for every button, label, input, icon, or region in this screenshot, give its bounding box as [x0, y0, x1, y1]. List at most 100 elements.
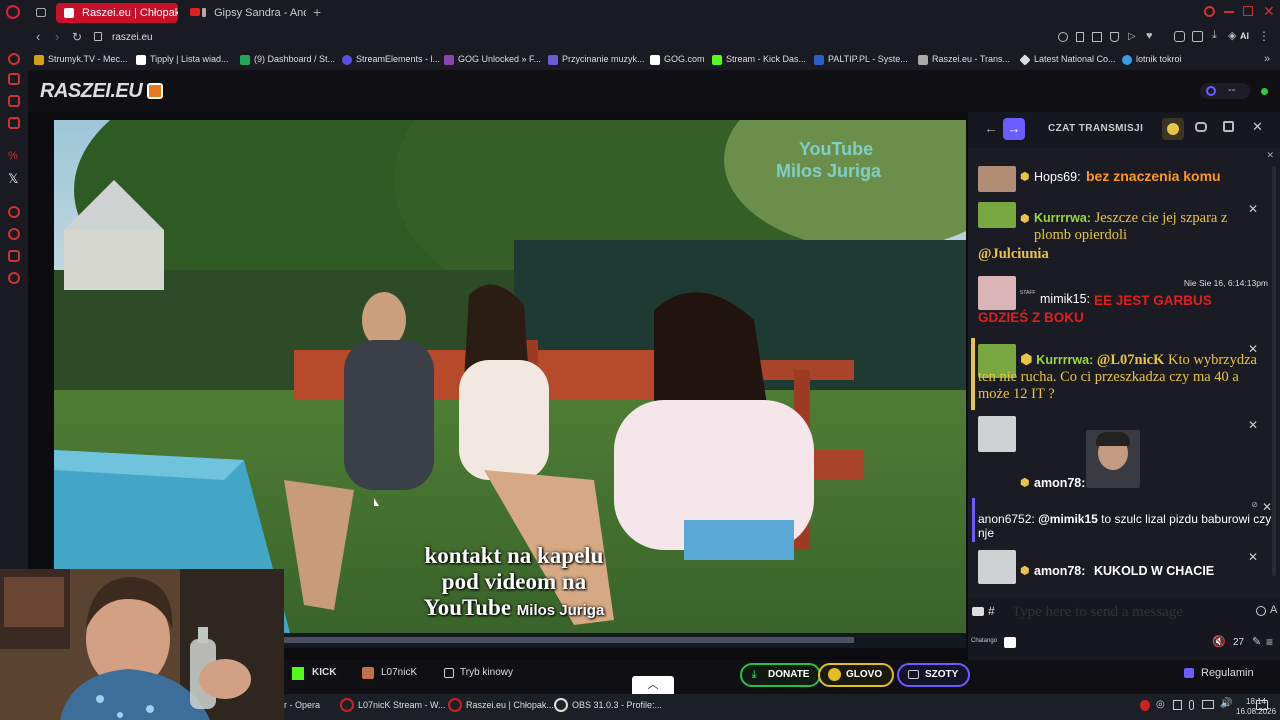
- chat-message-input[interactable]: Type here to send a message: [1008, 600, 1252, 624]
- site-logo[interactable]: RASZEI.EU: [40, 80, 143, 103]
- pin-icon[interactable]: [1076, 32, 1084, 42]
- mute-icon[interactable]: 🔇: [1212, 635, 1226, 648]
- popout-icon[interactable]: [1223, 121, 1234, 132]
- scroll-top-chevron-icon[interactable]: ︿: [632, 676, 674, 694]
- bookmark-item[interactable]: lotnik tokroi: [1122, 54, 1182, 65]
- message-close-icon[interactable]: ✕: [1248, 418, 1258, 432]
- maximize-icon[interactable]: [1243, 6, 1253, 16]
- chat-username[interactable]: Hops69:: [1034, 170, 1081, 184]
- cinema-mode-button[interactable]: Tryb kinowy: [444, 667, 513, 678]
- bookmark-item[interactable]: Tipply | Lista wiad...: [136, 54, 229, 65]
- tipply-badge-icon[interactable]: [147, 83, 163, 99]
- video-progress-track[interactable]: [284, 633, 966, 648]
- kick-link[interactable]: KICK: [292, 667, 336, 680]
- search-tabs-icon[interactable]: [1204, 6, 1215, 17]
- chat-bubble-icon[interactable]: [1004, 637, 1016, 648]
- hashtag-button[interactable]: #: [988, 604, 995, 618]
- szoty-button[interactable]: SZOTY: [897, 663, 971, 687]
- lock-icon[interactable]: [94, 32, 102, 41]
- bookmark-item[interactable]: Stream - Kick Das...: [712, 54, 806, 65]
- user-avatar[interactable]: [978, 166, 1016, 192]
- notifications-icon[interactable]: [1256, 700, 1268, 710]
- chat-username[interactable]: amon78:: [1034, 476, 1085, 490]
- message-close-icon[interactable]: ✕: [1248, 550, 1258, 564]
- messenger-icon[interactable]: [8, 95, 20, 107]
- chat-menu-icon[interactable]: ≡: [1266, 635, 1273, 649]
- coin-button[interactable]: [1162, 118, 1184, 140]
- bookmark-item[interactable]: (9) Dashboard / St...: [240, 54, 335, 65]
- volume-icon[interactable]: 🔊: [1220, 698, 1232, 709]
- x-twitter-icon[interactable]: 𝕏: [8, 171, 18, 187]
- glovo-button[interactable]: GLOVO: [818, 663, 895, 687]
- download-icon[interactable]: ⤓: [1212, 29, 1217, 42]
- player-icon[interactable]: [8, 206, 20, 218]
- camera-icon[interactable]: [972, 607, 984, 616]
- bookmark-item[interactable]: Strumyk.TV - Mec...: [34, 54, 128, 65]
- pin-message-icon[interactable]: ✎: [1252, 635, 1261, 648]
- microphone-icon[interactable]: [1189, 700, 1194, 710]
- chat-username[interactable]: Kurrrrwa:: [1034, 211, 1091, 225]
- chat-forward-arrow-icon[interactable]: →: [1003, 118, 1025, 140]
- workspaces-icon[interactable]: [36, 8, 46, 17]
- tab-gipsy-sandra[interactable]: Gipsy Sandra - Andro s: [182, 3, 306, 23]
- bookmark-item[interactable]: Przycinanie muzyk...: [548, 54, 645, 65]
- channel-link[interactable]: L07nicK: [362, 667, 417, 679]
- minimize-icon[interactable]: [1224, 11, 1234, 13]
- chat-mention[interactable]: @L07nicK: [1097, 352, 1164, 368]
- user-avatar[interactable]: [978, 550, 1016, 584]
- discord-icon[interactable]: [1195, 122, 1207, 132]
- ai-button[interactable]: AI: [1240, 31, 1249, 41]
- heart-icon[interactable]: ♥: [1146, 30, 1153, 42]
- extensions-icon[interactable]: [8, 250, 20, 262]
- chat-username[interactable]: anon6752:: [978, 512, 1035, 526]
- chat-image-attachment[interactable]: [1086, 430, 1140, 488]
- aria-icon[interactable]: [8, 73, 20, 85]
- user-avatar[interactable]: [978, 416, 1016, 452]
- wallet-icon[interactable]: ◈: [1228, 29, 1236, 42]
- settings-gear-icon[interactable]: [8, 272, 20, 284]
- history-icon[interactable]: [8, 228, 20, 240]
- tray-network-icon[interactable]: ◎: [1156, 699, 1165, 710]
- taskbar-item-obs[interactable]: OBS 31.0.3 - Profile:...: [554, 698, 662, 712]
- reply-icon[interactable]: ⊘: [1251, 500, 1258, 509]
- play-icon[interactable]: ▷: [1128, 31, 1136, 42]
- new-tab-plus-icon[interactable]: +: [313, 4, 321, 20]
- bookmark-item[interactable]: PALTIP.PL - Syste...: [814, 54, 908, 65]
- bookmark-item[interactable]: GOG Unlocked » F...: [444, 54, 541, 65]
- cube-icon[interactable]: [1174, 31, 1185, 42]
- zoom-icon[interactable]: [1058, 32, 1068, 42]
- bookmark-item[interactable]: GOG.com: [650, 54, 705, 65]
- donate-button[interactable]: ⤓ DONATE: [740, 663, 822, 687]
- chat-messages-area[interactable]: ✕ ⬢ Hops69: bez znaczenia komu ✕ ⬢ Kurrr…: [968, 148, 1280, 608]
- chat-close-icon[interactable]: ✕: [1252, 119, 1263, 135]
- url-field[interactable]: raszei.eu: [112, 32, 153, 43]
- instagram-icon[interactable]: [8, 117, 20, 129]
- monitor-icon[interactable]: [1202, 700, 1214, 709]
- bookmark-item[interactable]: Raszei.eu - Trans...: [918, 54, 1010, 65]
- chat-mention[interactable]: @Julciunia: [978, 246, 1049, 263]
- reload-icon[interactable]: ↻: [72, 30, 82, 44]
- tray-drive-icon[interactable]: [1173, 700, 1182, 710]
- font-icon[interactable]: A: [1270, 604, 1277, 616]
- emoji-icon[interactable]: [1256, 606, 1266, 616]
- taskbar-item-stream[interactable]: L07nicK Stream - W...: [340, 698, 446, 712]
- forward-icon[interactable]: ›: [55, 29, 59, 44]
- chatango-label[interactable]: Chatango: [971, 638, 997, 644]
- bookmark-item[interactable]: Latest National Co...: [1019, 54, 1116, 66]
- extensions-puzzle-icon[interactable]: [1192, 31, 1203, 42]
- percent-icon[interactable]: %: [8, 150, 18, 162]
- chat-dismiss-icon[interactable]: ✕: [1266, 150, 1274, 161]
- speed-dial-icon[interactable]: [8, 53, 20, 65]
- taskbar-item-raszei[interactable]: Raszei.eu | Chłopak...: [448, 698, 554, 712]
- bookmark-item[interactable]: StreamElements - l...: [342, 54, 440, 65]
- chat-back-arrow-icon[interactable]: ←: [984, 120, 998, 136]
- user-avatar[interactable]: [978, 202, 1016, 228]
- shield-icon[interactable]: [1110, 32, 1119, 42]
- chat-scrollbar[interactable]: [1272, 166, 1276, 576]
- taskbar-item-opera[interactable]: r - Opera: [284, 700, 320, 710]
- tray-app-icon[interactable]: [1140, 700, 1150, 711]
- snapshot-icon[interactable]: [1092, 32, 1102, 42]
- speaker-icon[interactable]: [202, 8, 206, 17]
- opera-logo-icon[interactable]: [6, 5, 20, 19]
- tab-raszei[interactable]: Raszei.eu | Chłopaki z l: [56, 3, 178, 23]
